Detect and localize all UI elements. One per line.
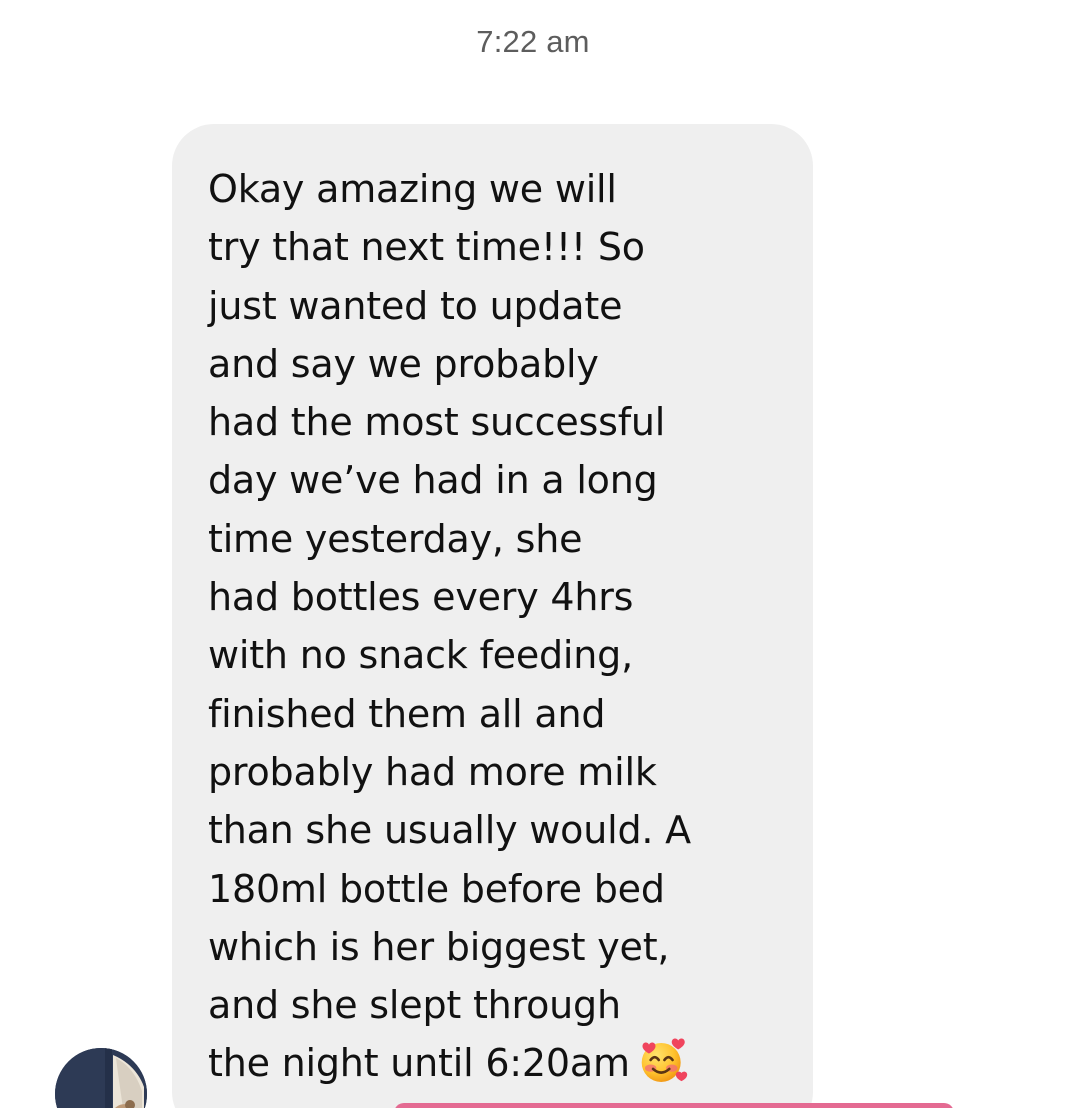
avatar-image-icon	[55, 1048, 147, 1108]
message-line: just wanted to update	[208, 283, 623, 328]
message-line: Okay amazing we will	[208, 167, 617, 211]
message-line: and say we probably	[208, 341, 599, 386]
smiling-face-with-hearts-icon	[641, 1038, 687, 1083]
message-line: which is her biggest yet,	[208, 924, 670, 969]
message-line: had the most successful	[208, 400, 666, 445]
sender-avatar[interactable]	[55, 1048, 147, 1108]
message-line: had bottles every 4hrs	[208, 575, 634, 620]
message-line: with no snack feeding,	[208, 633, 633, 678]
message-line: try that next time!!! So	[208, 225, 645, 270]
message-reaction-bar[interactable]	[394, 1103, 954, 1108]
message-line: time yesterday, she	[208, 516, 583, 561]
message-text: Okay amazing we will try that next time!…	[208, 160, 783, 1093]
message-line: 180ml bottle before bed	[208, 866, 665, 911]
message-row: Okay amazing we will try that next time!…	[0, 0, 1078, 1108]
message-last-line: the night until 6:20am	[208, 1034, 783, 1092]
message-line: than she usually would. A	[208, 808, 691, 853]
message-line: the night until 6:20am	[208, 1041, 630, 1086]
message-line: day we’ve had in a long	[208, 458, 658, 503]
incoming-message-bubble[interactable]: Okay amazing we will try that next time!…	[172, 124, 813, 1108]
message-line: and she slept through	[208, 983, 621, 1028]
message-line: finished them all and	[208, 691, 606, 736]
message-line: probably had more milk	[208, 749, 657, 794]
